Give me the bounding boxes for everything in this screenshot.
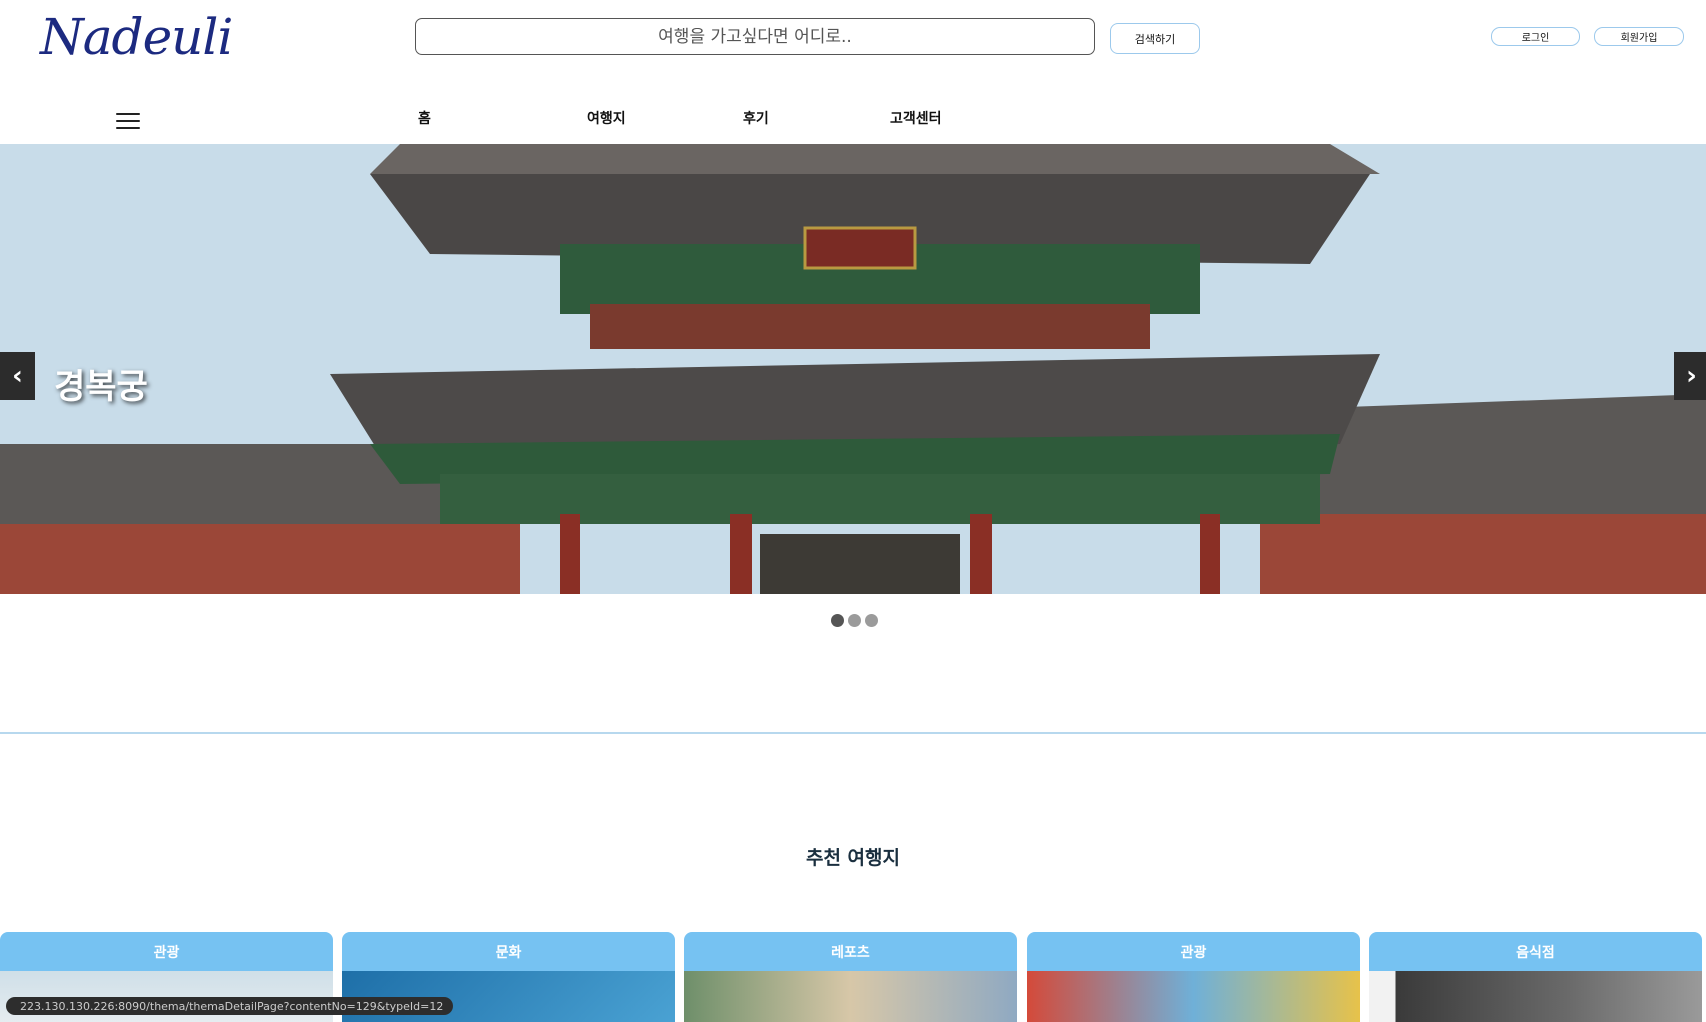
signup-button[interactable]: 회원가입 <box>1594 27 1684 46</box>
card-category: 문화 <box>342 932 675 971</box>
slider-dot[interactable] <box>865 614 878 627</box>
menu-icon[interactable] <box>116 113 140 131</box>
nav-destinations[interactable]: 여행지 <box>587 108 626 128</box>
recommend-card[interactable]: 레포츠 <box>684 932 1017 1022</box>
section-divider <box>0 732 1706 734</box>
card-image <box>1369 971 1702 1022</box>
card-category: 관광 <box>1027 932 1360 971</box>
card-image <box>684 971 1017 1022</box>
hero-slider: 경복궁 <box>0 144 1706 594</box>
card-image <box>1027 971 1360 1022</box>
hero-prev-button[interactable]: ‹ <box>0 352 35 400</box>
recommend-card[interactable]: 음식점 <box>1369 932 1702 1022</box>
recommend-card[interactable]: 관광 <box>1027 932 1360 1022</box>
slider-dot[interactable] <box>848 614 861 627</box>
slider-pagination <box>831 614 878 627</box>
nav-reviews[interactable]: 후기 <box>743 108 769 128</box>
card-category: 레포츠 <box>684 932 1017 971</box>
card-category: 음식점 <box>1369 932 1702 971</box>
search-input[interactable] <box>415 18 1095 55</box>
nav-home[interactable]: 홈 <box>418 108 431 128</box>
site-logo[interactable]: Nadeuli <box>40 8 233 66</box>
nav-customer-center[interactable]: 고객센터 <box>890 108 942 128</box>
login-button[interactable]: 로그인 <box>1491 27 1580 46</box>
recommend-section-title: 추천 여행지 <box>805 847 900 869</box>
hero-image <box>0 144 1706 594</box>
card-category: 관광 <box>0 932 333 971</box>
status-bar-url: 223.130.130.226:8090/thema/themaDetailPa… <box>6 997 454 1015</box>
hero-next-button[interactable]: › <box>1674 352 1706 400</box>
hero-title: 경복궁 <box>54 367 148 407</box>
search-button[interactable]: 검색하기 <box>1110 23 1200 54</box>
slider-dot[interactable] <box>831 614 844 627</box>
